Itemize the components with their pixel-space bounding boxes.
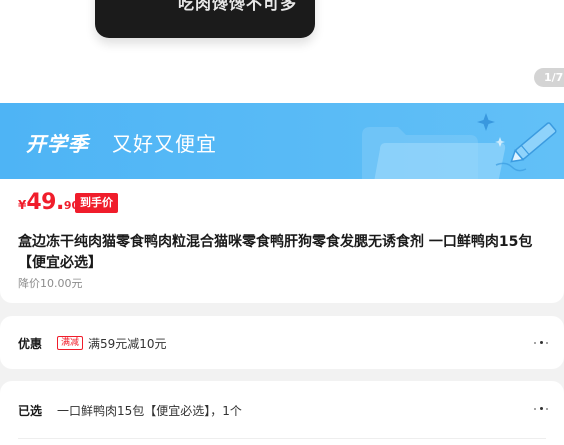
banner-subtitle: 又好又便宜 <box>112 132 217 156</box>
product-image-carousel[interactable]: 吃肉馋馋不可多 1/7 <box>0 0 564 103</box>
divider <box>18 438 546 439</box>
final-price-badge: 到手价 <box>75 193 118 213</box>
selected-spec-row[interactable]: 已选 一口鲜鸭肉15包【便宜必选】，1个 <box>0 381 564 445</box>
folder-pencil-illustration-icon <box>362 113 557 179</box>
product-info-card: ¥49.90 到手价 盒边冻干纯肉猫零食鸭肉粒混合猫咪零食鸭肝狗零食发腮无诱食剂… <box>0 179 564 303</box>
price-drop-note: 降价10.00元 <box>18 277 83 290</box>
price-integer: 49. <box>26 190 64 215</box>
more-options-icon[interactable] <box>534 406 550 412</box>
price: ¥49.90 <box>18 190 79 215</box>
product-title: 盒边冻干纯肉猫零食鸭肉粒混合猫咪零食鸭肝狗零食发腮无诱食剂 一口鲜鸭肉15包【便… <box>18 234 533 271</box>
promotion-row[interactable]: 优惠 满减 满59元减10元 <box>0 316 564 369</box>
selected-label: 已选 <box>18 404 43 418</box>
promotion-label: 优惠 <box>18 337 43 351</box>
promotion-text: 满59元减10元 <box>88 337 167 351</box>
image-counter: 1/7 <box>534 68 564 87</box>
campaign-banner[interactable]: 开学季 又好又便宜 <box>0 103 564 179</box>
more-options-icon[interactable] <box>534 340 550 346</box>
selected-spec-text: 一口鲜鸭肉15包【便宜必选】，1个 <box>57 404 242 418</box>
package-print-text: 吃肉馋馋不可多 <box>178 0 298 13</box>
discount-tag: 满减 <box>57 336 84 350</box>
banner-title: 开学季 <box>26 132 89 156</box>
product-detail-page: 吃肉馋馋不可多 1/7 开学季 又好又便宜 ¥49.90 到手价 盒边冻干纯肉猫… <box>0 0 564 445</box>
